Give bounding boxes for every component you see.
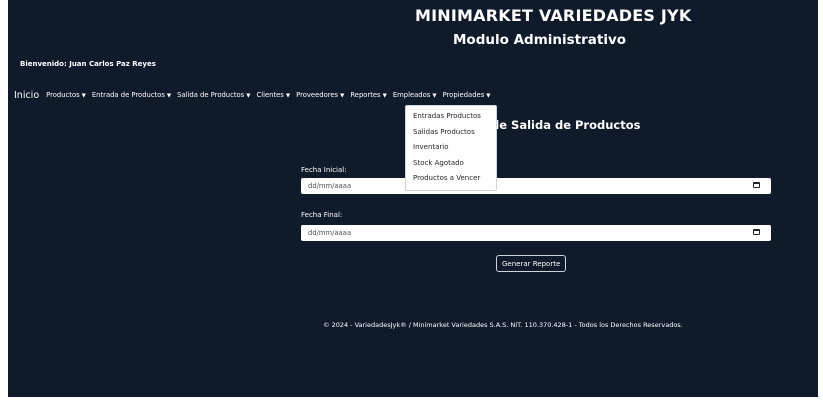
menu-item-stock-agotado[interactable]: Stock Agotado bbox=[406, 156, 496, 172]
start-date-label: Fecha Inicial: bbox=[301, 166, 347, 174]
main-navbar: Inicio Productos ▼ Entrada de Productos ▼ … bbox=[14, 88, 496, 102]
start-date-value: dd/mm/aaaa bbox=[308, 182, 352, 190]
caret-down-icon: ▼ bbox=[432, 93, 437, 99]
calendar-icon[interactable] bbox=[753, 229, 760, 235]
end-date-value: dd/mm/aaaa bbox=[308, 229, 352, 237]
nav-label: Proveedores bbox=[296, 91, 339, 99]
nav-propiedades[interactable]: Propiedades ▼ bbox=[443, 91, 491, 99]
reportes-dropdown-menu: Entradas Productos Salidas Productos Inv… bbox=[405, 105, 497, 191]
caret-down-icon: ▼ bbox=[246, 93, 251, 99]
caret-down-icon: ▼ bbox=[486, 93, 491, 99]
report-section-title: de Salida de Productos bbox=[491, 118, 641, 132]
menu-item-salidas-productos[interactable]: Salidas Productos bbox=[406, 125, 496, 141]
nav-empleados[interactable]: Empleados ▼ bbox=[393, 91, 437, 99]
nav-label: Empleados bbox=[392, 91, 431, 99]
nav-label: Salida de Productos bbox=[177, 91, 245, 99]
end-date-label: Fecha Final: bbox=[301, 211, 343, 219]
module-subtitle: Modulo Administrativo bbox=[453, 32, 627, 48]
nav-home-link[interactable]: Inicio bbox=[14, 90, 39, 101]
footer-copyright: © 2024 - VariedadesJyk® / Minimarket Var… bbox=[323, 321, 683, 329]
menu-item-entradas-productos[interactable]: Entradas Productos bbox=[406, 109, 496, 125]
nav-label: Propiedades bbox=[442, 91, 485, 99]
caret-down-icon: ▼ bbox=[166, 93, 172, 99]
generate-report-button[interactable]: Generar Reporte bbox=[496, 255, 567, 272]
caret-down-icon: ▼ bbox=[81, 93, 86, 99]
nav-clientes[interactable]: Clientes ▼ bbox=[256, 91, 290, 99]
caret-down-icon: ▼ bbox=[340, 93, 345, 99]
menu-item-productos-a-vencer[interactable]: Productos a Vencer bbox=[406, 171, 496, 187]
nav-productos[interactable]: Productos ▼ bbox=[46, 91, 86, 99]
nav-label: Productos bbox=[46, 91, 80, 99]
nav-reportes[interactable]: Reportes ▼ bbox=[350, 91, 387, 99]
nav-label: Entrada de Productos bbox=[91, 91, 165, 99]
nav-label: Reportes bbox=[350, 91, 381, 99]
nav-salida-productos[interactable]: Salida de Productos ▼ bbox=[177, 91, 250, 99]
caret-down-icon: ▼ bbox=[382, 93, 387, 99]
calendar-icon[interactable] bbox=[753, 182, 760, 188]
end-date-input[interactable]: dd/mm/aaaa bbox=[301, 225, 771, 241]
nav-proveedores[interactable]: Proveedores ▼ bbox=[296, 91, 344, 99]
menu-item-inventario[interactable]: Inventario bbox=[406, 140, 496, 156]
brand-title: MINIMARKET VARIEDADES JYK bbox=[415, 6, 692, 25]
welcome-text: Bienvenido: Juan Carlos Paz Reyes bbox=[20, 60, 156, 68]
caret-down-icon: ▼ bbox=[285, 93, 291, 99]
app-screen: MINIMARKET VARIEDADES JYK Modulo Adminis… bbox=[8, 0, 818, 397]
nav-entrada-productos[interactable]: Entrada de Productos ▼ bbox=[92, 91, 171, 99]
start-date-input[interactable]: dd/mm/aaaa bbox=[301, 178, 771, 194]
nav-label: Clientes bbox=[256, 91, 284, 99]
